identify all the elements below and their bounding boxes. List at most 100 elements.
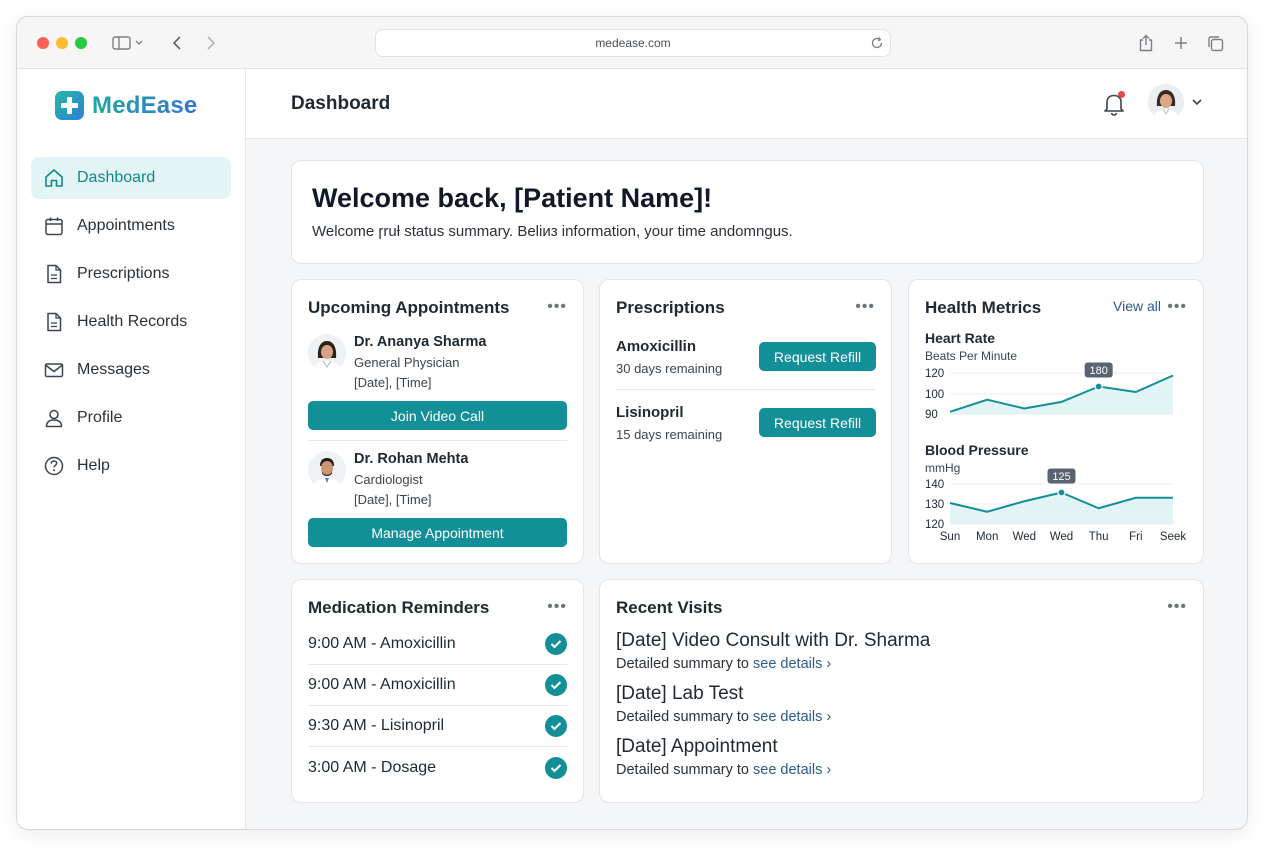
welcome-subtitle: Welcome ɼruƚ status summary. Beliиз info… [312, 223, 793, 240]
minimize-window-button[interactable] [56, 37, 68, 49]
card-title: Prescriptions [616, 298, 725, 317]
close-window-button[interactable] [37, 37, 49, 49]
sidebar-item-label: Dashboard [77, 169, 156, 186]
reminder-text: 9:00 AM - Amoxicillin [308, 676, 456, 693]
page-title: Dashboard [291, 93, 391, 114]
check-icon[interactable] [545, 756, 567, 779]
reminder-text: 9:00 AM - Amoxicillin [308, 635, 456, 652]
visit-summary-text: Detailed summary to [616, 762, 749, 778]
doctor-name: Dr. Rohan Mehta [354, 451, 469, 467]
sidebar-icon [112, 36, 143, 50]
medical-cross-icon [55, 91, 84, 120]
tab-overview-button[interactable] [1206, 31, 1224, 55]
share-icon [1139, 34, 1153, 52]
visit-summary: Detailed summary to see details › [616, 656, 831, 672]
sidebar-item-prescriptions[interactable]: Prescriptions [31, 253, 231, 295]
chevron-down-icon[interactable] [1191, 97, 1203, 107]
check-icon[interactable] [545, 674, 567, 696]
card-title: Health Metrics [925, 298, 1042, 317]
sidebar-toggle-button[interactable] [110, 31, 146, 55]
see-details-link[interactable]: see details › [753, 709, 831, 725]
sidebar-item-label: Appointments [77, 217, 175, 234]
sidebar-item-label: Profile [77, 409, 123, 426]
card-title: Medication Reminders [308, 598, 490, 617]
more-options-button[interactable]: ••• [855, 298, 875, 316]
sidebar: MedEase Dashboard Appointments Prescript… [17, 69, 246, 829]
y-tick-label: 120 [925, 519, 944, 531]
check-icon[interactable] [545, 633, 567, 655]
new-tab-button[interactable] [1172, 31, 1190, 55]
visit-summary: Detailed summary to see details › [616, 709, 831, 725]
chevron-right-icon: › [826, 656, 832, 672]
chevron-left-icon [172, 36, 181, 50]
see-details-link[interactable]: see details › [753, 762, 831, 778]
calendar-icon [45, 217, 63, 236]
brand-logo[interactable]: MedEase [55, 91, 197, 120]
y-tick-label: 140 [925, 479, 944, 491]
prescription-remaining: 30 days remaining [616, 361, 723, 376]
chevron-right-icon [207, 36, 216, 50]
doctor-avatar [308, 334, 346, 372]
sidebar-item-label: Health Records [77, 313, 188, 330]
sidebar-item-profile[interactable]: Profile [31, 397, 231, 439]
join-video-call-button[interactable]: Join Video Call [308, 401, 567, 430]
x-tick-label: Wed [1050, 531, 1073, 543]
maximize-window-button[interactable] [75, 37, 87, 49]
request-refill-button[interactable]: Request Refill [759, 408, 876, 437]
sidebar-item-appointments[interactable]: Appointments [31, 205, 231, 247]
series-area [950, 375, 1173, 414]
link-label: see details [753, 762, 823, 778]
x-tick-label: Thu [1089, 531, 1109, 543]
blood-pressure-label: Blood Pressure [925, 442, 1029, 458]
more-options-button[interactable]: ••• [1167, 598, 1187, 616]
sidebar-item-help[interactable]: Help [31, 445, 231, 487]
share-button[interactable] [1137, 31, 1155, 55]
sidebar-item-dashboard[interactable]: Dashboard [31, 157, 231, 199]
request-refill-button[interactable]: Request Refill [759, 342, 876, 371]
manage-appointment-button[interactable]: Manage Appointment [308, 518, 567, 547]
visit-title: [Date] Video Consult with Dr. Sharma [616, 630, 931, 651]
visit-summary: Detailed summary to see details › [616, 762, 831, 778]
x-tick-label: Wed [1013, 531, 1036, 543]
prescription-remaining: 15 days remaining [616, 427, 723, 442]
view-all-link[interactable]: View all [1113, 298, 1161, 314]
more-options-button[interactable]: ••• [547, 598, 567, 616]
url-text: medease.com [595, 36, 671, 50]
reminder-item[interactable]: 9:00 AM - Amoxicillin [308, 624, 567, 665]
help-icon [44, 456, 64, 476]
visit-summary-text: Detailed summary to [616, 709, 749, 725]
recent-visits-card: Recent Visits ••• [Date] Video Consult w… [599, 579, 1204, 803]
doctor-specialty: Cardiologist [354, 472, 423, 487]
link-label: see details [753, 656, 823, 672]
y-tick-label: 130 [925, 499, 944, 511]
appointment-time: [Date], [Time] [354, 375, 432, 390]
back-button[interactable] [169, 31, 185, 55]
check-icon[interactable] [545, 715, 567, 737]
doctor-photo [308, 451, 346, 489]
reminder-text: 9:30 AM - Lisinopril [308, 717, 445, 734]
document-icon [47, 312, 62, 332]
more-options-button[interactable]: ••• [1167, 298, 1187, 316]
sidebar-item-health-records[interactable]: Health Records [31, 301, 231, 343]
browser-window: medease.com MedEase Dashboard Appointmen… [16, 16, 1248, 830]
reminder-item[interactable]: 3:00 AM - Dosage [308, 747, 567, 788]
medication-reminders-card: Medication Reminders ••• 9:00 AM - Amoxi… [291, 579, 584, 803]
appointment-time: [Date], [Time] [354, 492, 432, 507]
more-options-button[interactable]: ••• [547, 298, 567, 316]
forward-button[interactable] [203, 31, 219, 55]
reminder-item[interactable]: 9:00 AM - Amoxicillin [308, 665, 567, 706]
reminder-item[interactable]: 9:30 AM - Lisinopril [308, 706, 567, 747]
doctor-specialty: General Physician [354, 355, 460, 370]
reload-icon[interactable] [870, 36, 884, 50]
home-icon [45, 169, 63, 187]
blood-pressure-chart: 140 130 120 125 Sun Mon Wed Wed Thu Fri Seek [925, 468, 1186, 543]
address-bar[interactable]: medease.com [375, 29, 891, 57]
user-avatar[interactable] [1148, 84, 1184, 120]
sidebar-item-messages[interactable]: Messages [31, 349, 231, 391]
document-icon [47, 264, 62, 284]
visit-title: [Date] Appointment [616, 736, 778, 757]
y-tick-label: 90 [925, 409, 938, 421]
x-tick-label: Mon [976, 531, 998, 543]
reminder-text: 3:00 AM - Dosage [308, 758, 437, 776]
see-details-link[interactable]: see details › [753, 656, 831, 672]
